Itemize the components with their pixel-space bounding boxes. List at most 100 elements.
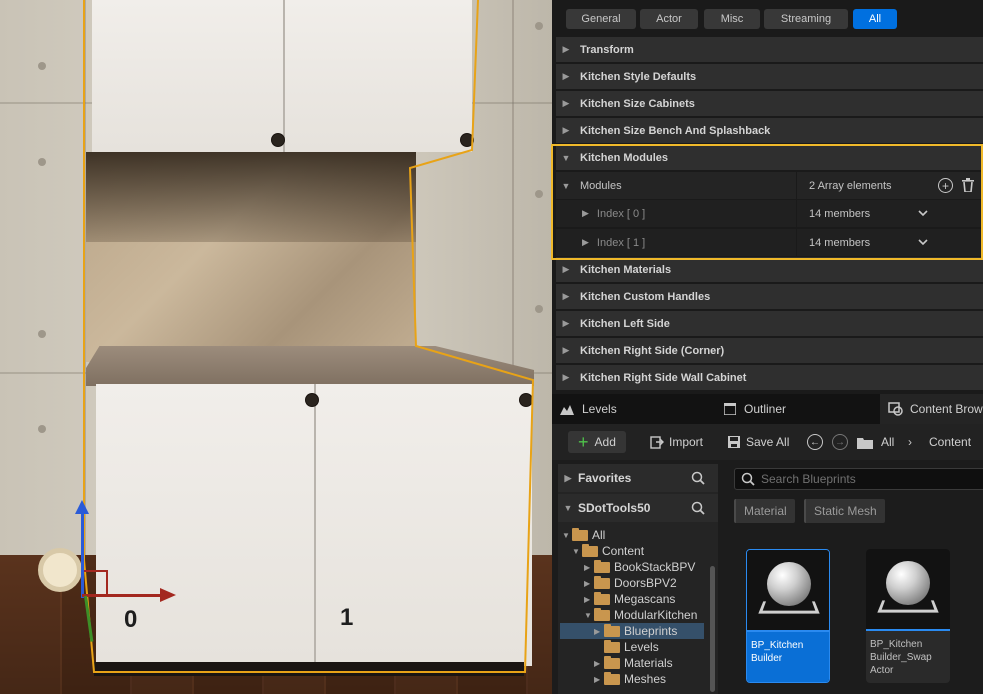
chevron-down-icon[interactable] bbox=[918, 239, 928, 246]
path-root[interactable]: All bbox=[857, 431, 894, 453]
levels-icon bbox=[560, 405, 574, 415]
tree-folder-blueprints[interactable]: ▶ Blueprints bbox=[560, 623, 704, 639]
sources-panel: ▶ Favorites ▼ SDotTools50 ▼ All ▼ Conten… bbox=[558, 464, 718, 694]
tree-folder-doors[interactable]: ▶ DoorsBPV2 bbox=[584, 575, 708, 591]
gizmo-x-arrow-icon[interactable] bbox=[160, 588, 176, 602]
tab-label: Content Brow bbox=[910, 402, 983, 416]
tree-label: Blueprints bbox=[624, 624, 678, 638]
import-button[interactable]: Import bbox=[650, 431, 703, 453]
search-icon[interactable] bbox=[691, 471, 705, 485]
asset-search-input[interactable]: Search Blueprints bbox=[734, 468, 983, 490]
folder-icon bbox=[857, 437, 873, 449]
tab-label: Levels bbox=[582, 402, 617, 416]
tree-label: BookStackBPV bbox=[614, 560, 696, 574]
category-kitchen-modules[interactable]: ▼ Kitchen Modules bbox=[556, 145, 983, 171]
index-members-value: 14 members bbox=[809, 236, 871, 249]
tree-scrollbar[interactable] bbox=[710, 566, 715, 692]
tree-label: Megascans bbox=[614, 592, 676, 606]
category-label: Kitchen Materials bbox=[580, 263, 672, 276]
category-kitchen-style-defaults[interactable]: ▶ Kitchen Style Defaults bbox=[556, 64, 983, 90]
filter-chip-static-mesh[interactable]: Static Mesh bbox=[804, 499, 885, 523]
tree-folder-modularkitchen[interactable]: ▼ ModularKitchen bbox=[584, 607, 704, 623]
filter-general-button[interactable]: General bbox=[566, 9, 636, 29]
tab-content-browser[interactable]: Content Brow bbox=[880, 394, 983, 424]
expand-arrow-icon: ▶ bbox=[594, 658, 601, 668]
tab-outliner[interactable]: Outliner bbox=[724, 394, 874, 424]
filter-streaming-button[interactable]: Streaming bbox=[764, 9, 848, 29]
tree-folder-meshes[interactable]: ▶ Meshes bbox=[594, 671, 708, 687]
tree-folder-materials[interactable]: ▶ Materials bbox=[594, 655, 708, 671]
search-icon[interactable] bbox=[691, 501, 705, 515]
back-icon[interactable]: ← bbox=[807, 434, 823, 450]
category-kitchen-materials[interactable]: ▶ Kitchen Materials bbox=[556, 257, 983, 283]
import-label: Import bbox=[669, 435, 704, 449]
add-button[interactable]: + Add bbox=[568, 431, 626, 453]
gizmo-z-arrow-icon[interactable] bbox=[75, 500, 89, 514]
path-content[interactable]: Content bbox=[929, 431, 971, 453]
tree-folder-all[interactable]: ▼ All bbox=[562, 527, 708, 543]
content-browser-icon bbox=[888, 402, 903, 416]
collapse-arrow-icon[interactable]: ▼ bbox=[556, 181, 576, 191]
blueprint-sphere-icon bbox=[767, 562, 811, 606]
asset-thumbnail bbox=[866, 549, 950, 631]
category-label: Transform bbox=[580, 43, 634, 56]
category-kitchen-size-bench[interactable]: ▶ Kitchen Size Bench And Splashback bbox=[556, 118, 983, 144]
folder-icon bbox=[594, 575, 610, 589]
modules-index-row[interactable]: ▶ Index [ 1 ] 14 members bbox=[556, 229, 983, 257]
tree-folder-bookstack[interactable]: ▶ BookStackBPV bbox=[584, 559, 708, 575]
category-label: Kitchen Size Bench And Splashback bbox=[580, 124, 771, 137]
category-transform[interactable]: ▶ Transform bbox=[556, 37, 983, 63]
content-browser: + Add Import Save All ← → All › Content bbox=[552, 424, 983, 694]
tab-levels[interactable]: Levels bbox=[560, 394, 710, 424]
index-members-value: 14 members bbox=[809, 207, 871, 220]
chevron-down-icon[interactable] bbox=[918, 210, 928, 217]
tree-label: Materials bbox=[624, 656, 673, 670]
category-kitchen-right-side-wall-cabinet[interactable]: ▶ Kitchen Right Side Wall Cabinet bbox=[556, 365, 983, 391]
transform-gizmo-plane[interactable] bbox=[82, 570, 108, 596]
rotate-gizmo-ring[interactable] bbox=[38, 548, 82, 592]
expand-arrow-icon: ▶ bbox=[584, 594, 591, 604]
filter-actor-button[interactable]: Actor bbox=[640, 9, 698, 29]
filter-chip-material[interactable]: Material bbox=[734, 499, 795, 523]
expand-arrow-icon[interactable]: ▶ bbox=[582, 237, 589, 248]
asset-tile[interactable]: BP_Kitchen Builder bbox=[746, 549, 830, 683]
filter-misc-button[interactable]: Misc bbox=[704, 9, 760, 29]
delete-trash-icon[interactable] bbox=[962, 178, 974, 192]
category-label: Kitchen Custom Handles bbox=[580, 290, 711, 303]
gizmo-z-axis[interactable] bbox=[81, 508, 84, 598]
category-kitchen-custom-handles[interactable]: ▶ Kitchen Custom Handles bbox=[556, 284, 983, 310]
save-all-label: Save All bbox=[746, 435, 790, 449]
tree-folder-levels[interactable]: Levels bbox=[604, 639, 708, 655]
save-all-button[interactable]: Save All bbox=[727, 431, 789, 453]
add-element-icon[interactable]: + bbox=[938, 178, 953, 193]
tree-folder-content[interactable]: ▼ Content bbox=[572, 543, 708, 559]
asset-tile[interactable]: BP_Kitchen Builder_Swap Actor bbox=[866, 549, 950, 683]
category-kitchen-size-cabinets[interactable]: ▶ Kitchen Size Cabinets bbox=[556, 91, 983, 117]
expand-arrow-icon[interactable]: ▶ bbox=[582, 208, 589, 219]
category-kitchen-right-side-corner[interactable]: ▶ Kitchen Right Side (Corner) bbox=[556, 338, 983, 364]
tree-folder-megascans[interactable]: ▶ Megascans bbox=[584, 591, 708, 607]
project-header[interactable]: ▼ SDotTools50 bbox=[558, 494, 718, 522]
filter-all-button[interactable]: All bbox=[853, 9, 897, 29]
collapse-arrow-icon: ▼ bbox=[572, 546, 580, 556]
expand-arrow-icon: ▶ bbox=[584, 562, 591, 572]
favorites-label: Favorites bbox=[578, 471, 632, 485]
modules-array-count: 2 Array elements bbox=[809, 179, 892, 192]
tree-label: Content bbox=[602, 544, 645, 558]
forward-icon[interactable]: → bbox=[832, 434, 848, 450]
blueprint-base-icon bbox=[758, 601, 820, 614]
expand-arrow-icon: ▶ bbox=[584, 578, 591, 588]
expand-arrow-icon: ▶ bbox=[562, 71, 570, 81]
favorites-header[interactable]: ▶ Favorites bbox=[558, 464, 718, 492]
level-viewport[interactable]: 0 1 bbox=[0, 0, 552, 694]
category-kitchen-left-side[interactable]: ▶ Kitchen Left Side bbox=[556, 311, 983, 337]
folder-icon bbox=[594, 559, 610, 573]
modules-index-row[interactable]: ▶ Index [ 0 ] 14 members bbox=[556, 200, 983, 228]
asset-name: BP_Kitchen Builder_Swap Actor bbox=[870, 639, 932, 676]
gizmo-x-axis[interactable] bbox=[82, 594, 162, 597]
folder-icon bbox=[582, 543, 598, 557]
modules-array-row[interactable]: ▼ Modules 2 Array elements + bbox=[556, 172, 983, 200]
project-label: SDotTools50 bbox=[578, 501, 651, 515]
blueprint-base-icon bbox=[877, 600, 939, 613]
folder-icon bbox=[594, 591, 610, 605]
